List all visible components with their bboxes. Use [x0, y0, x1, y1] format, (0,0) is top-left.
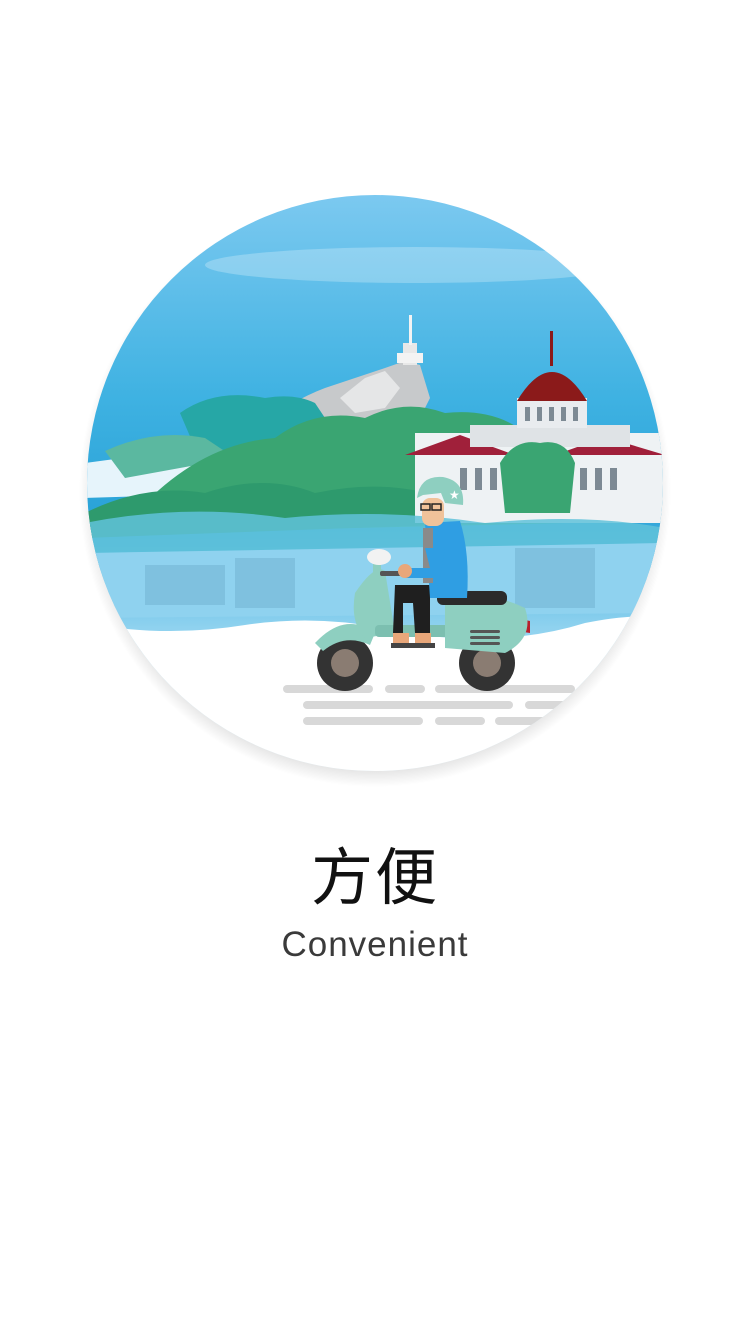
scooter-city-illustration: ★ — [79, 195, 671, 787]
cloud-streak — [205, 247, 625, 283]
scooter-vent — [470, 630, 500, 645]
svg-text:★: ★ — [449, 488, 460, 502]
onboarding-illustration: ★ — [79, 193, 671, 787]
page-subtitle: Convenient — [281, 925, 469, 964]
tree — [500, 442, 575, 513]
tower-deck — [397, 353, 423, 363]
tower-mast — [409, 315, 412, 345]
dome-spire — [550, 331, 553, 366]
page-title: 方便 — [310, 841, 439, 914]
